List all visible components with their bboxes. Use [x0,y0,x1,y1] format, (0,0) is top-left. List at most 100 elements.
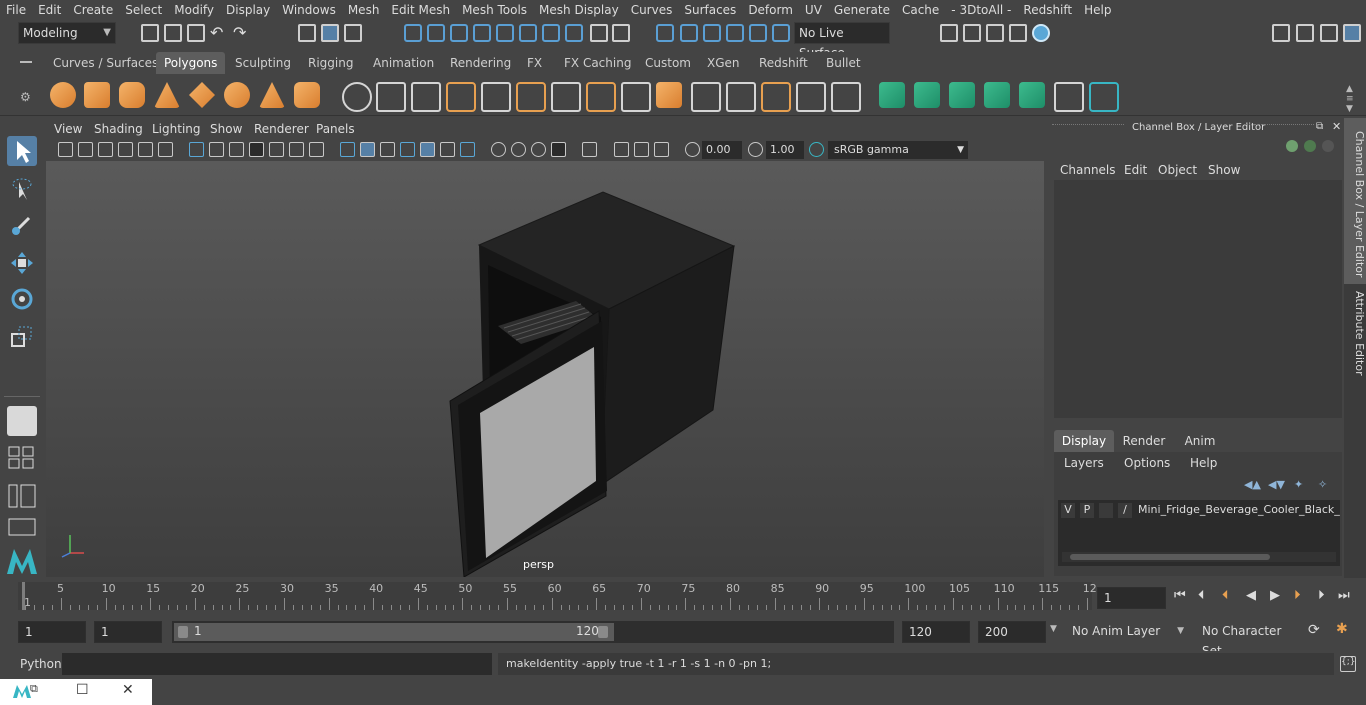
smooth-icon[interactable] [446,82,476,112]
gate-mask-icon[interactable] [249,142,264,157]
menu-curves[interactable]: Curves [625,3,679,17]
grid-toggle-icon[interactable] [189,142,204,157]
uv-spherical-icon[interactable] [949,82,975,108]
move-layer-up-icon[interactable]: ◀▲ [1244,478,1261,491]
resolution-gate-icon[interactable] [229,142,244,157]
viewport-menu-show[interactable]: Show [210,122,242,136]
undo-icon[interactable]: ↶ [210,23,223,42]
layer-tab-render[interactable]: Render [1118,430,1170,452]
tag-icon[interactable] [749,24,767,42]
uv-editor-icon[interactable] [1089,82,1119,112]
panel-grip-right[interactable] [1246,124,1314,128]
menu-mesh-tools[interactable]: Mesh Tools [456,3,533,17]
menu-windows[interactable]: Windows [276,3,342,17]
smooth-shade-icon[interactable] [360,142,375,157]
playback-end-field[interactable]: 120 [902,621,970,643]
go-to-end-icon[interactable]: ⏭ [1338,588,1350,603]
script-language-label[interactable]: Python [20,657,62,671]
field-chart-icon[interactable] [269,142,284,157]
snap-together-icon[interactable] [726,24,744,42]
menu-edit-mesh[interactable]: Edit Mesh [385,3,456,17]
boolean-icon[interactable] [481,82,511,112]
uv-unfold-icon[interactable] [1019,82,1045,108]
safe-action-icon[interactable] [289,142,304,157]
insert-edge-loop-icon[interactable] [726,82,756,112]
render-settings-icon[interactable] [940,24,958,42]
menu-deform[interactable]: Deform [742,3,799,17]
tab-bullet[interactable]: Bullet [818,52,869,74]
tab-sculpting[interactable]: Sculpting [227,52,299,74]
select-hierarchy-icon[interactable] [298,24,316,42]
select-tool-icon[interactable] [7,136,37,166]
character-set-dropdown[interactable]: No Character Set [1196,621,1302,658]
combine-icon[interactable] [342,82,372,112]
gamma-field[interactable]: 1.00 [766,141,804,159]
command-input[interactable] [62,653,492,675]
animation-preferences-icon[interactable]: ✱ [1336,621,1348,637]
bridge-icon[interactable] [586,82,616,112]
channels-menu[interactable]: Channels [1060,163,1116,177]
layer-row[interactable]: V P / Mini_Fridge_Beverage_Cooler_Black_… [1058,502,1340,520]
multi-cut-icon[interactable] [691,82,721,112]
exposure-field[interactable]: 0.00 [702,141,742,159]
step-back-icon[interactable]: ⏴ [1198,588,1205,603]
wireframe-icon[interactable] [340,142,355,157]
menu-redshift[interactable]: Redshift [1017,3,1078,17]
auto-key-icon[interactable]: ⟳ [1308,622,1320,638]
panel-grip[interactable] [1052,124,1124,128]
channel-box-toggle-icon[interactable] [1343,24,1361,42]
poly-pipe-icon[interactable] [294,82,320,108]
camera-select-icon[interactable] [58,142,73,157]
step-back-key-icon[interactable]: ⏴ [1222,588,1229,603]
outliner-layout-icon[interactable] [8,484,36,508]
shelf-settings-gear-icon[interactable]: ⚙ [20,90,31,104]
image-plane-icon[interactable] [118,142,133,157]
tab-rendering[interactable]: Rendering [442,52,519,74]
mirror-icon[interactable] [411,82,441,112]
new-layer-icon[interactable]: ✦ [1294,478,1303,491]
viewport-menu-lighting[interactable]: Lighting [152,122,201,136]
channels-edit-menu[interactable]: Edit [1124,163,1147,177]
timeline-ruler[interactable]: 1 5 10 15 20 25 30 35 40 45 50 55 60 65 70 75 80 85 90 95 1… [18,582,1097,610]
move-tool-icon[interactable] [7,248,37,278]
two-d-pan-icon[interactable] [138,142,153,157]
menu-display[interactable]: Display [220,3,276,17]
range-slider[interactable]: 1 120 [172,621,894,643]
camera-attributes-icon[interactable] [78,142,93,157]
film-gate-icon[interactable] [209,142,224,157]
snap-grid-icon[interactable] [404,24,422,42]
select-object-icon[interactable] [321,24,339,42]
hotkey-axis-icon[interactable] [1286,140,1298,152]
help-question-icon[interactable] [565,24,583,42]
poly-pyramid-icon[interactable] [259,82,285,108]
shadows-icon[interactable] [491,142,506,157]
menu-edit[interactable]: Edit [32,3,67,17]
safe-title-icon[interactable] [309,142,324,157]
select-lock-icon[interactable] [612,24,630,42]
poly-cube-icon[interactable] [84,82,110,108]
tab-polygons[interactable]: Polygons [156,52,226,74]
default-lighting-icon[interactable] [380,142,395,157]
frame-all-icon[interactable] [654,142,669,157]
play-forward-icon[interactable]: ▶ [1270,588,1280,603]
chevron-down-icon[interactable]: ▼ [1050,624,1057,634]
xray-components-icon[interactable] [634,142,649,157]
layer-scrollbar[interactable] [1062,552,1336,562]
bevel-icon[interactable] [551,82,581,112]
single-pane-layout-icon[interactable] [7,406,37,436]
snap-live-icon[interactable] [519,24,537,42]
scene-start-field[interactable]: 1 [18,621,86,643]
four-pane-layout-icon[interactable] [8,446,36,470]
isolate-select-icon[interactable] [582,142,597,157]
playback-start-field[interactable]: 1 [94,621,162,643]
save-scene-icon[interactable] [187,24,205,42]
lasso-tool-icon[interactable] [7,174,37,204]
workspace-icon[interactable] [1272,24,1290,42]
ipr-render-icon[interactable] [986,24,1004,42]
use-all-lights-icon[interactable] [460,142,475,157]
menu-surfaces[interactable]: Surfaces [678,3,742,17]
rotate-tool-icon[interactable] [7,284,37,314]
poly-cylinder-icon[interactable] [119,82,145,108]
menu-file[interactable]: File [0,3,32,17]
close-window-icon[interactable]: ✕ [122,682,134,698]
